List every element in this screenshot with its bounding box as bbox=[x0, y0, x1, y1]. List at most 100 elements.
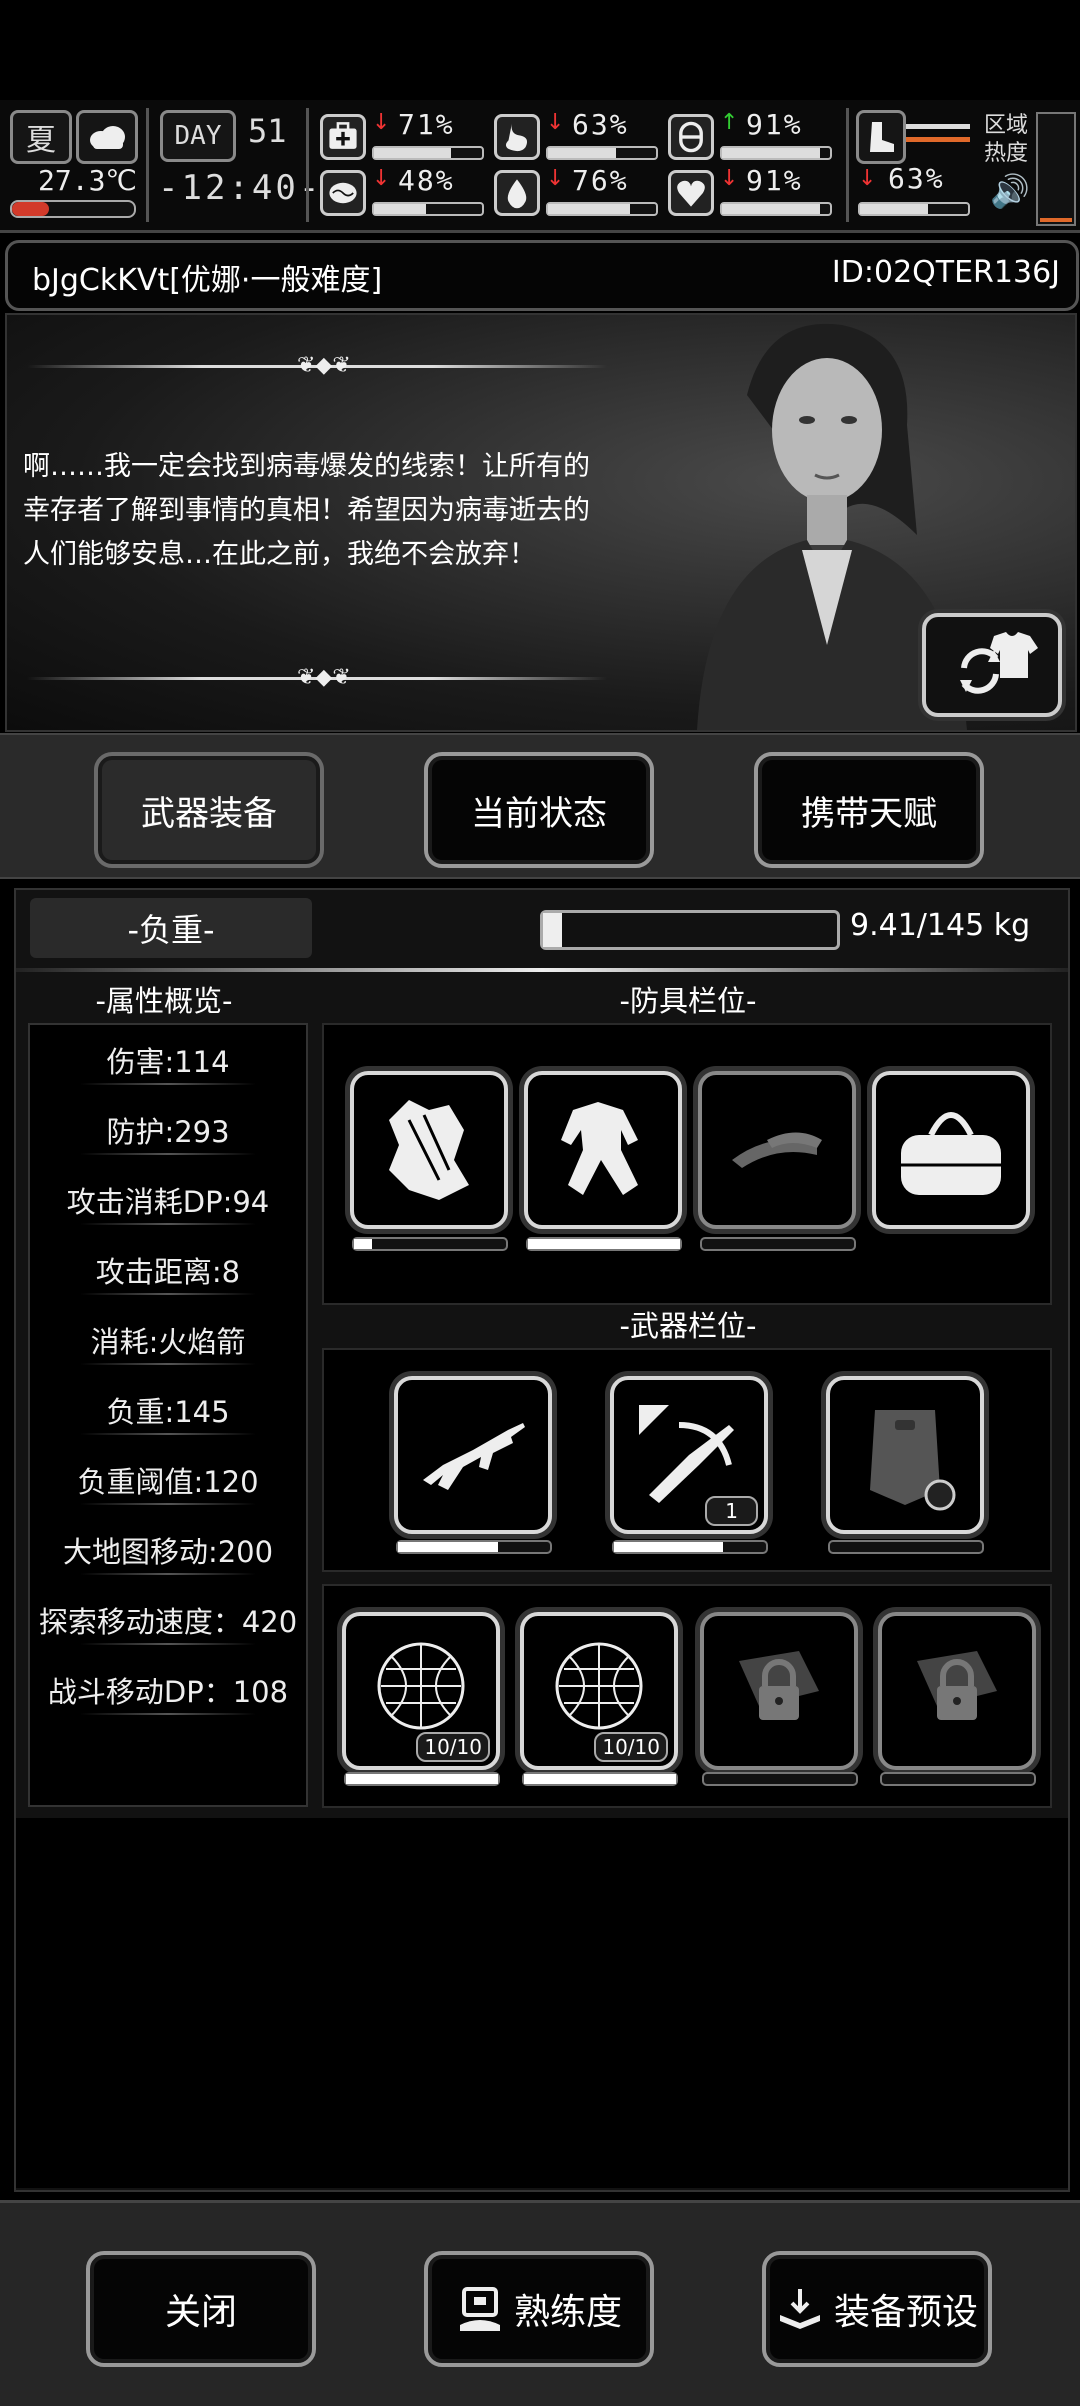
armor-heading: -防具栏位- bbox=[619, 984, 757, 1018]
brain-icon bbox=[320, 170, 366, 216]
stat-bar bbox=[546, 146, 658, 160]
armor-slot[interactable] bbox=[524, 1071, 682, 1229]
locked-slot-icon bbox=[917, 1651, 997, 1720]
attribute-underline bbox=[80, 1643, 256, 1645]
attribute-item: 攻击消耗DP:94 bbox=[66, 1185, 270, 1219]
trophy-hand-icon bbox=[459, 2287, 500, 2331]
attribute-item: 伤害:114 bbox=[106, 1045, 230, 1079]
trend-arrow: ↓ bbox=[546, 166, 565, 191]
day-number: 51 bbox=[248, 112, 287, 150]
stat-bar bbox=[546, 202, 658, 216]
attribute-item: 大地图移动:200 bbox=[62, 1535, 274, 1569]
armor-slot[interactable] bbox=[350, 1071, 508, 1229]
pill-icon bbox=[668, 114, 714, 160]
attribute-item: 负重阈值:120 bbox=[77, 1465, 259, 1499]
attribute-item: 消耗:火焰箭 bbox=[90, 1325, 246, 1359]
trap-slot[interactable]: 10/10 bbox=[342, 1612, 500, 1770]
hud-stat: ↓ 76% bbox=[494, 164, 660, 220]
heart-icon bbox=[668, 170, 714, 216]
stat-value: 71% bbox=[398, 108, 455, 141]
weapons-heading: -武器栏位- bbox=[619, 1309, 757, 1343]
armor-slot[interactable] bbox=[872, 1071, 1030, 1229]
divider-ornament: ❦◆❦ bbox=[27, 665, 607, 690]
load-value: 9.41/145 kg bbox=[850, 908, 1031, 943]
stat-bar bbox=[372, 146, 484, 160]
character-title-bar: bJgCkKVt[优娜·一般难度] ID:02QTER136J bbox=[5, 240, 1079, 311]
weapon-slot[interactable] bbox=[826, 1376, 984, 1534]
proficiency-button[interactable]: 熟练度 bbox=[424, 2251, 654, 2367]
attributes-panel: 伤害:114 防护:293 攻击消耗DP:94 攻击距离:8 消耗:火焰箭 负重:145 负… bbox=[28, 1023, 308, 1807]
boot-value: 63% bbox=[888, 162, 945, 195]
attribute-underline bbox=[80, 1153, 256, 1155]
trap-count: 10/10 bbox=[416, 1732, 490, 1762]
durability-bar bbox=[702, 1772, 858, 1786]
equipment-preset-button[interactable]: 装备预设 bbox=[762, 2251, 992, 2367]
close-button[interactable]: 关闭 bbox=[86, 2251, 316, 2367]
weapon-slot[interactable]: 1 bbox=[610, 1376, 768, 1534]
attribute-underline bbox=[80, 1293, 256, 1295]
swap-shirt-icon bbox=[960, 632, 1038, 694]
divider-ornament: ❦◆❦ bbox=[27, 353, 607, 378]
dialogue-text: 啊……我一定会找到病毒爆发的线索！让所有的幸存者了解到事情的真相！希望因为病毒逝… bbox=[23, 451, 590, 570]
armor-slots-panel bbox=[322, 1023, 1052, 1305]
stat-bar bbox=[372, 202, 484, 216]
attribute-underline bbox=[80, 1713, 256, 1715]
boot-icon bbox=[856, 110, 906, 164]
season-badge: 夏 bbox=[10, 110, 72, 164]
durability-bar bbox=[526, 1237, 682, 1251]
attribute-underline bbox=[80, 1363, 256, 1365]
weapon-slot[interactable] bbox=[394, 1376, 552, 1534]
durability-bar bbox=[396, 1540, 552, 1554]
visor-cap-icon bbox=[732, 1132, 822, 1168]
boot-trend-arrow: ↓ bbox=[858, 166, 877, 191]
trend-arrow: ↓ bbox=[372, 166, 391, 191]
hud-stat: ↓ 71% bbox=[320, 108, 486, 164]
trap-slot[interactable] bbox=[700, 1612, 858, 1770]
empty-area bbox=[16, 1818, 1068, 2188]
preset-box-icon bbox=[779, 2289, 820, 2329]
attribute-item: 探索移动速度：420 bbox=[38, 1605, 298, 1639]
stat-value: 91% bbox=[746, 108, 803, 141]
temperature-readout: 27.3℃ bbox=[38, 164, 137, 197]
trap-slot[interactable]: 10/10 bbox=[520, 1612, 678, 1770]
tab-weapons-equipment[interactable]: 武器装备 bbox=[94, 752, 324, 868]
hud-stat: ↑ 91% bbox=[668, 108, 834, 164]
stat-value: 91% bbox=[746, 164, 803, 197]
status-hud: 夏 27.3℃ DAY 51 -12:40- ↓ 71% ↓ 63% ↑ 91% ↓ 48% ↓… bbox=[0, 100, 1080, 233]
hud-stat: ↓ 48% bbox=[320, 164, 486, 220]
character-name: bJgCkKVt[优娜·一般难度] bbox=[32, 263, 383, 298]
character-portrait-panel: ❦◆❦ 啊……我一定会找到病毒爆发的线索！让所有的幸存者了解到事情的真相！希望因… bbox=[5, 313, 1077, 732]
attribute-item: 负重:145 bbox=[106, 1395, 230, 1429]
stat-value: 48% bbox=[398, 164, 455, 197]
armor-slot[interactable] bbox=[698, 1071, 856, 1229]
durability-bar bbox=[700, 1237, 856, 1251]
trend-arrow: ↑ bbox=[720, 110, 739, 135]
trend-arrow: ↓ bbox=[546, 110, 565, 135]
load-label-box: -负重- bbox=[30, 898, 312, 958]
equipment-panel: -负重- 9.41/145 kg -属性概览- 伤害:114 防护:293 攻击消耗… bbox=[14, 888, 1070, 2192]
water-drop-icon bbox=[494, 170, 540, 216]
change-outfit-button[interactable] bbox=[922, 613, 1062, 717]
attribute-underline bbox=[80, 1433, 256, 1435]
trap-slot[interactable] bbox=[878, 1612, 1036, 1770]
durability-bar bbox=[344, 1772, 500, 1786]
attribute-item: 攻击距离:8 bbox=[95, 1255, 241, 1289]
durability-bar bbox=[828, 1540, 984, 1554]
sound-icon[interactable]: 🔊 bbox=[990, 172, 1030, 210]
attribute-underline bbox=[80, 1223, 256, 1225]
cloth-scraps-icon bbox=[389, 1100, 469, 1200]
duffel-bag-icon bbox=[901, 1112, 1001, 1195]
jumpsuit-icon bbox=[561, 1102, 638, 1195]
durability-bar bbox=[352, 1237, 508, 1251]
day-badge: DAY bbox=[160, 110, 236, 162]
attributes-heading: -属性概览- bbox=[95, 984, 233, 1018]
trap-slots-panel: 10/10 10/10 bbox=[322, 1584, 1052, 1808]
tab-carried-talents[interactable]: 携带天赋 bbox=[754, 752, 984, 868]
durability-bar bbox=[612, 1540, 768, 1554]
attribute-underline bbox=[80, 1573, 256, 1575]
boot-stripes bbox=[906, 124, 970, 142]
tab-current-status[interactable]: 当前状态 bbox=[424, 752, 654, 868]
thermometer-icon bbox=[10, 200, 136, 218]
trend-arrow: ↓ bbox=[720, 166, 739, 191]
tab-bar: 武器装备 当前状态 携带天赋 bbox=[0, 733, 1080, 879]
